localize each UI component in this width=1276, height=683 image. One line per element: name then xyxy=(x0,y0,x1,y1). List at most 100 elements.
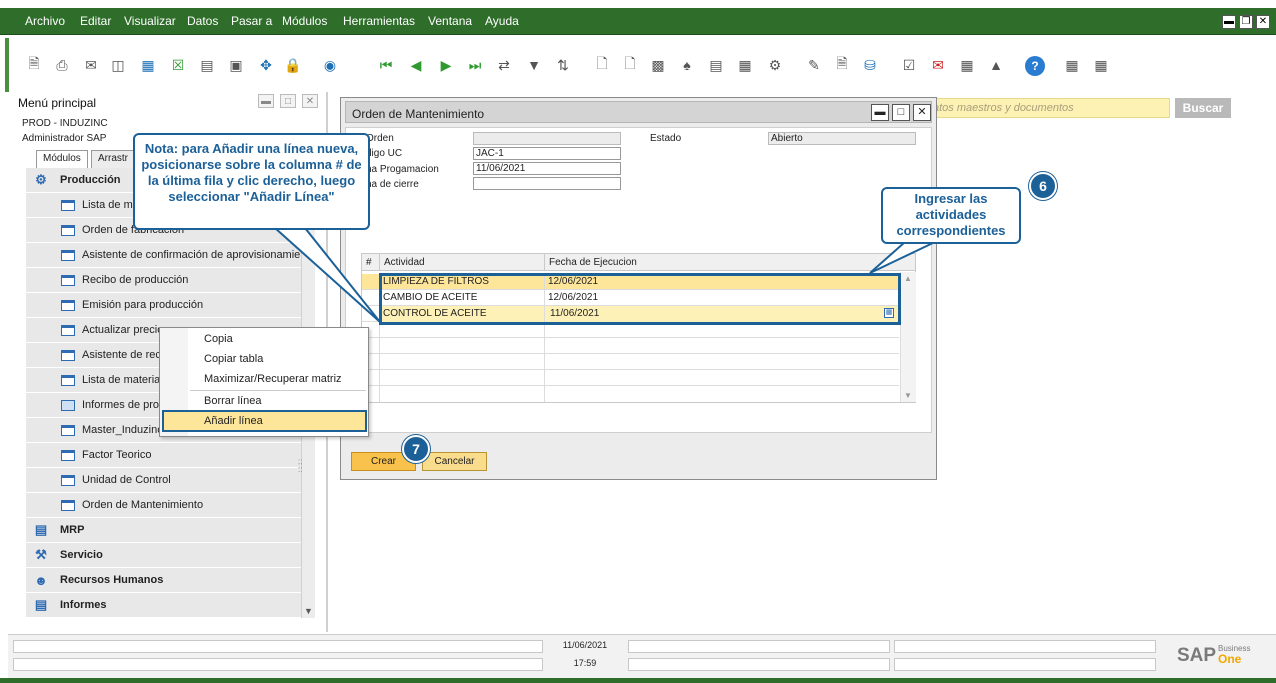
fax-icon[interactable]: ▦ xyxy=(139,56,157,74)
lock-icon[interactable]: 🔒 xyxy=(284,56,302,74)
menu-archivo[interactable]: Archivo xyxy=(25,14,65,28)
col-header-fecha[interactable]: Fecha de Ejecucion xyxy=(545,254,916,271)
sidebar-item-orden-mantenimiento[interactable]: Orden de Mantenimiento xyxy=(26,493,301,518)
menu-datos[interactable]: Datos xyxy=(187,14,218,28)
minimize-icon[interactable]: ▬ xyxy=(1222,15,1236,29)
preview-icon[interactable]: 🗎 xyxy=(25,55,43,74)
scroll-up-icon[interactable]: ▲ xyxy=(904,274,912,283)
previous-record-icon[interactable]: ◀ xyxy=(407,56,425,74)
group-recursos-humanos[interactable]: ☻ Recursos Humanos xyxy=(26,568,301,593)
scroll-down-icon[interactable]: ▼ xyxy=(304,606,313,616)
estado-field[interactable]: Abierto xyxy=(768,132,916,145)
fecha-programacion-field[interactable]: 11/06/2021 xyxy=(473,162,621,175)
table-row[interactable] xyxy=(362,354,899,370)
form-icon xyxy=(61,299,75,311)
journal-icon[interactable]: ▩ xyxy=(649,56,667,74)
sidebar-item[interactable]: Asistente de confirmación de aprovisiona… xyxy=(26,243,301,268)
menu-ayuda[interactable]: Ayuda xyxy=(485,14,519,28)
row-number-cell[interactable] xyxy=(362,274,380,290)
fecha-cierre-field[interactable] xyxy=(473,177,621,190)
menu-modulos[interactable]: Módulos xyxy=(282,14,327,28)
codigo-uc-field[interactable]: JAC-1 xyxy=(473,147,621,160)
sidebar-item[interactable]: Emisión para producción xyxy=(26,293,301,318)
menu-item-copiar-tabla[interactable]: Copiar tabla xyxy=(204,353,263,365)
group-informes[interactable]: ▤ Informes xyxy=(26,593,301,618)
search-input[interactable]: atos maestros y documentos xyxy=(930,98,1170,118)
window-maximize-icon[interactable]: □ xyxy=(892,104,910,121)
menu-item-borrar-linea[interactable]: Borrar línea xyxy=(204,395,261,407)
panel-close-icon[interactable]: ✕ xyxy=(302,94,318,108)
base-document-icon[interactable]: 🗋 xyxy=(593,55,611,74)
row-number-cell[interactable] xyxy=(362,290,380,306)
manager-icon[interactable]: ▦ xyxy=(1063,56,1081,74)
row-number-cell[interactable] xyxy=(362,306,380,322)
balance-icon[interactable]: ▦ xyxy=(736,56,754,74)
gross-profit-icon[interactable]: ▤ xyxy=(707,56,725,74)
cancelar-button[interactable]: Cancelar xyxy=(422,452,487,471)
orden-field[interactable] xyxy=(473,132,621,145)
scroll-down-icon[interactable]: ▼ xyxy=(904,391,912,400)
menu-item-copia[interactable]: Copia xyxy=(204,333,233,345)
refresh-icon[interactable]: ⇄ xyxy=(495,56,513,74)
panel-maximize-icon[interactable]: □ xyxy=(280,94,296,108)
activities-highlight-box xyxy=(379,273,901,325)
sidebar-item[interactable]: Factor Teorico xyxy=(26,443,301,468)
hierarchy-icon[interactable]: ▲ xyxy=(987,56,1005,74)
menu-editar[interactable]: Editar xyxy=(80,14,111,28)
status-field xyxy=(894,658,1156,671)
panel-minimize-icon[interactable]: ▬ xyxy=(258,94,274,108)
menu-pasar-a[interactable]: Pasar a xyxy=(231,14,272,28)
sms-icon[interactable]: ◫ xyxy=(109,56,127,74)
sidebar-item[interactable]: Recibo de producción xyxy=(26,268,301,293)
move-icon[interactable]: ✥ xyxy=(257,56,275,74)
window-minimize-icon[interactable]: ▬ xyxy=(871,104,889,121)
form-settings-icon[interactable]: ▦ xyxy=(1092,56,1110,74)
menu-item-maximizar[interactable]: Maximizar/Recuperar matriz xyxy=(204,373,342,385)
settings-grid-icon[interactable]: ⚙ xyxy=(766,56,784,74)
col-header-actividad[interactable]: Actividad xyxy=(380,254,545,271)
menu-ventana[interactable]: Ventana xyxy=(428,14,472,28)
sort-icon[interactable]: ⇅ xyxy=(554,56,572,74)
grid-scrollbar[interactable]: ▲ ▼ xyxy=(900,272,916,402)
activity-icon[interactable]: ☑ xyxy=(900,56,918,74)
database-icon[interactable]: ⛁ xyxy=(861,56,879,74)
close-icon[interactable]: ✕ xyxy=(1256,15,1270,29)
group-mrp[interactable]: ▤ MRP xyxy=(26,518,301,543)
table-row[interactable] xyxy=(362,338,899,354)
window-close-icon[interactable]: ✕ xyxy=(913,104,931,121)
panel-grip-icon[interactable]: :::::: xyxy=(298,458,302,474)
table-row[interactable] xyxy=(362,370,899,386)
menu-item-anadir-linea[interactable]: Añadir línea xyxy=(162,410,367,432)
note-callout: Nota: para Añadir una línea nueva, posic… xyxy=(133,133,370,230)
email-icon[interactable]: ✉ xyxy=(82,56,100,74)
message-icon[interactable]: ✉ xyxy=(929,56,947,74)
form-icon xyxy=(61,474,75,486)
pdf-icon[interactable]: ▣ xyxy=(227,56,245,74)
menu-visualizar[interactable]: Visualizar xyxy=(124,14,176,28)
form-icon xyxy=(61,199,75,211)
payment-icon[interactable]: ♠ xyxy=(678,56,696,74)
word-icon[interactable]: ▤ xyxy=(198,56,216,74)
target-document-icon[interactable]: 🗋 xyxy=(621,55,639,74)
sidebar-item[interactable]: Unidad de Control xyxy=(26,468,301,493)
last-record-icon[interactable]: ⏭ xyxy=(466,56,484,74)
next-record-icon[interactable]: ▶ xyxy=(437,56,455,74)
first-record-icon[interactable]: ⏮ xyxy=(377,56,395,74)
col-header-number[interactable]: # xyxy=(362,254,380,271)
menu-herramientas[interactable]: Herramientas xyxy=(343,14,415,28)
window-titlebar[interactable]: Orden de Mantenimiento ▬ □ ✕ xyxy=(345,101,932,123)
tab-arrastrar[interactable]: Arrastr xyxy=(91,150,135,168)
tab-modulos[interactable]: Módulos xyxy=(36,150,88,168)
print-icon[interactable]: ⎙ xyxy=(53,56,71,74)
excel-icon[interactable]: ☒ xyxy=(169,56,187,74)
calendar-icon[interactable]: ▦ xyxy=(958,56,976,74)
group-servicio[interactable]: ⚒ Servicio xyxy=(26,543,301,568)
table-row[interactable] xyxy=(362,386,899,402)
edit-icon[interactable]: ✎ xyxy=(805,56,823,74)
filter-icon[interactable]: ▼ xyxy=(525,56,543,74)
help-icon[interactable]: ? xyxy=(1025,56,1045,76)
restore-icon[interactable]: ❐ xyxy=(1239,15,1253,29)
document-settings-icon[interactable]: 🗎 xyxy=(833,55,851,74)
find-icon[interactable]: ◉ xyxy=(321,56,339,74)
search-button[interactable]: Buscar xyxy=(1175,98,1231,118)
